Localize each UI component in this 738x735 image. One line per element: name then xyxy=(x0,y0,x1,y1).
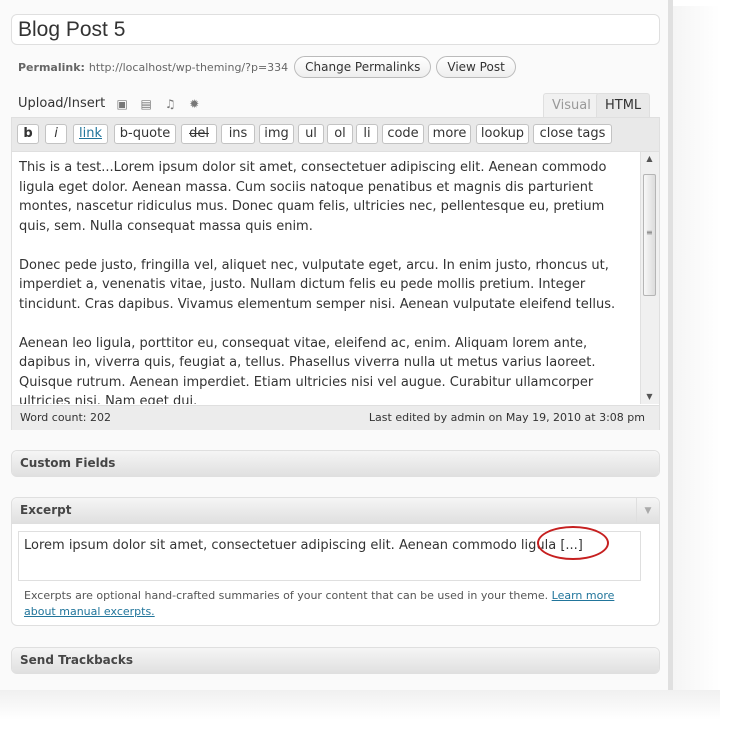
media-icon[interactable]: ✹ xyxy=(187,98,201,110)
tab-visual[interactable]: Visual xyxy=(543,93,600,117)
qt-code-button[interactable]: code xyxy=(382,124,424,144)
excerpt-title: Excerpt xyxy=(20,503,72,517)
custom-fields-title[interactable]: Custom Fields xyxy=(12,451,659,477)
change-permalinks-button[interactable]: Change Permalinks xyxy=(294,56,432,78)
content-scrollbar[interactable]: ▲ ≡ ▼ xyxy=(640,152,659,404)
excerpt-help-description: Excerpts are optional hand-crafted summa… xyxy=(24,589,549,602)
editor-status-bar: Word count: 202 Last edited by admin on … xyxy=(12,405,659,430)
qt-img-button[interactable]: img xyxy=(259,124,294,144)
send-trackbacks-box[interactable]: Send Trackbacks xyxy=(11,647,660,674)
content-paragraph-1: This is a test...Lorem ipsum dolor sit a… xyxy=(19,160,607,234)
post-editor: b i link b-quote del ins img ul ol li co… xyxy=(11,117,660,430)
qt-lookup-button[interactable]: lookup xyxy=(476,124,529,144)
qt-del-button[interactable]: del xyxy=(181,124,217,144)
qt-close-tags-button[interactable]: close tags xyxy=(533,124,612,144)
tab-html[interactable]: HTML xyxy=(596,93,651,117)
video-icon[interactable]: ▤ xyxy=(139,98,153,110)
page-edge xyxy=(668,0,673,690)
send-trackbacks-title[interactable]: Send Trackbacks xyxy=(12,648,659,674)
image-icon[interactable]: ▣ xyxy=(115,98,129,110)
last-edited: Last edited by admin on May 19, 2010 at … xyxy=(368,411,645,424)
page-shadow-bottom xyxy=(0,690,720,720)
qt-ol-button[interactable]: ol xyxy=(327,124,353,144)
excerpt-box: Excerpt ▼ Lorem ipsum dolor sit amet, co… xyxy=(11,497,660,626)
scroll-thumb[interactable]: ≡ xyxy=(643,174,656,296)
annotation-circle xyxy=(537,526,609,560)
audio-icon[interactable]: ♫ xyxy=(163,98,177,110)
excerpt-help-text: Excerpts are optional hand-crafted summa… xyxy=(24,588,644,620)
word-count: Word count: 202 xyxy=(20,411,112,424)
custom-fields-box[interactable]: Custom Fields xyxy=(11,450,660,477)
scroll-up-arrow-icon[interactable]: ▲ xyxy=(641,152,658,166)
content-paragraph-3: Aenean leo ligula, porttitor eu, consequ… xyxy=(19,335,596,405)
qt-ul-button[interactable]: ul xyxy=(298,124,324,144)
post-title-input[interactable]: Blog Post 5 xyxy=(11,14,660,45)
post-content-textarea[interactable]: This is a test...Lorem ipsum dolor sit a… xyxy=(12,152,640,404)
qt-italic-button[interactable]: i xyxy=(45,124,67,144)
permalink-url: http://localhost/wp-theming/?p=334 xyxy=(88,60,289,74)
scroll-down-arrow-icon[interactable]: ▼ xyxy=(641,390,658,404)
qt-bold-button[interactable]: b xyxy=(17,124,39,144)
upload-insert-row: Upload/Insert ▣ ▤ ♫ ✹ xyxy=(18,96,201,111)
qt-blockquote-button[interactable]: b-quote xyxy=(114,124,176,144)
collapse-arrow-icon[interactable]: ▼ xyxy=(636,498,659,524)
grip-icon: ≡ xyxy=(646,228,653,237)
quicktags-toolbar: b i link b-quote del ins img ul ol li co… xyxy=(12,118,659,152)
qt-link-button[interactable]: link xyxy=(73,124,108,144)
page-shadow-right xyxy=(670,6,720,706)
permalink-label: Permalink: xyxy=(18,60,85,74)
view-post-button[interactable]: View Post xyxy=(436,56,516,78)
qt-more-button[interactable]: more xyxy=(428,124,471,144)
excerpt-header[interactable]: Excerpt ▼ xyxy=(12,498,659,524)
upload-insert-label: Upload/Insert xyxy=(18,96,106,111)
qt-ins-button[interactable]: ins xyxy=(221,124,255,144)
permalink-row: Permalink: http://localhost/wp-theming/?… xyxy=(18,56,521,78)
content-paragraph-2: Donec pede justo, fringilla vel, aliquet… xyxy=(19,257,616,312)
qt-li-button[interactable]: li xyxy=(356,124,378,144)
